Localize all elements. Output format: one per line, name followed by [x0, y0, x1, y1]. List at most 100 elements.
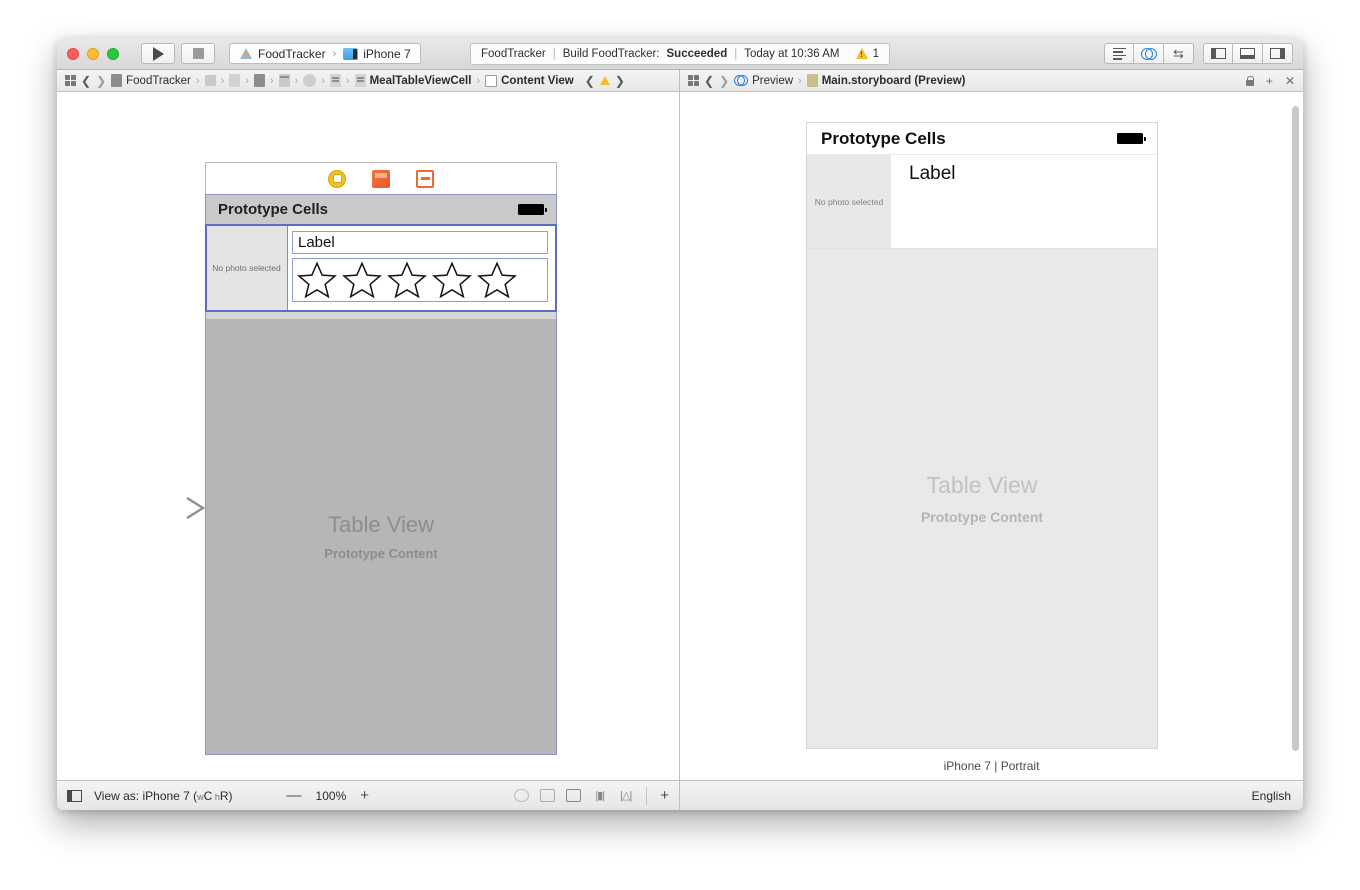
table-view[interactable]: Table View Prototype Content	[206, 311, 556, 754]
breadcrumb-separator: ›	[269, 74, 274, 87]
warning-count-label: 1	[872, 47, 879, 60]
file-icon[interactable]	[229, 74, 241, 87]
zoom-window-button[interactable]	[107, 47, 119, 60]
table-view-title: Table View	[328, 512, 434, 537]
zoom-in-button[interactable]: +	[360, 787, 369, 804]
height-trait-value: R	[219, 788, 229, 803]
preview-name-label: Label	[909, 163, 956, 184]
previous-issue-button[interactable]: ❮	[585, 74, 595, 88]
status-time-label: Today at 10:36 AM	[744, 47, 840, 60]
preview-table-view-subtitle: Prototype Content	[920, 509, 1044, 525]
height-trait: hR	[212, 788, 229, 803]
version-editor-button[interactable]: ⇆	[1164, 43, 1194, 64]
prototype-cell[interactable]: No photo selected Label	[205, 224, 557, 312]
breadcrumb-separator: ›	[798, 74, 802, 87]
align-icon[interactable]	[566, 789, 582, 802]
circle-icon[interactable]	[303, 74, 317, 87]
status-divider-2: |	[734, 47, 738, 60]
activity-status-bar[interactable]: FoodTracker | Build FoodTracker: Succeed…	[470, 42, 890, 65]
bottom-panel-icon	[1240, 48, 1255, 59]
breadcrumb-separator: ›	[476, 74, 481, 87]
rating-control[interactable]	[292, 258, 548, 302]
first-responder-icon[interactable]	[372, 169, 390, 188]
breadcrumb-project[interactable]: FoodTracker	[111, 74, 191, 87]
battery-icon	[1117, 133, 1146, 144]
cell-icon	[354, 74, 366, 87]
next-issue-button[interactable]: ❯	[615, 74, 625, 88]
back-button[interactable]: ❮	[704, 74, 714, 88]
close-editor-button[interactable]: ✕	[1285, 74, 1295, 88]
photo-image-view[interactable]: No photo selected	[206, 225, 288, 311]
warning-icon	[855, 48, 868, 59]
star-outline-icon[interactable]	[386, 260, 428, 300]
name-label-text: Label	[298, 234, 335, 251]
add-button[interactable]: +	[660, 787, 669, 804]
star-outline-icon[interactable]	[341, 260, 383, 300]
star-outline-icon[interactable]	[476, 260, 518, 300]
breadcrumb-cell[interactable]: MealTableViewCell	[354, 74, 471, 87]
exit-icon[interactable]	[416, 169, 434, 188]
stop-button[interactable]	[181, 43, 215, 64]
entry-point-arrow-icon	[119, 496, 206, 520]
table-view-subtitle: Prototype Content	[324, 546, 438, 561]
simulated-status-bar: Prototype Cells	[206, 195, 556, 225]
view-controller-icon[interactable]	[328, 169, 346, 188]
view-controller-scene[interactable]: Prototype Cells No photo selected Label	[205, 162, 557, 755]
breadcrumb-content-view[interactable]: Content View	[485, 74, 574, 87]
file-dark-icon[interactable]	[253, 74, 265, 87]
related-items-icon[interactable]	[65, 75, 76, 86]
forward-button[interactable]: ❯	[719, 74, 729, 88]
name-label[interactable]: Label	[292, 231, 548, 254]
close-window-button[interactable]	[67, 47, 79, 60]
run-button[interactable]	[141, 43, 175, 64]
debug-area-toggle-button[interactable]	[1233, 43, 1263, 64]
list-icon[interactable]	[329, 74, 341, 87]
related-items-icon[interactable]	[688, 75, 699, 86]
star-outline-icon[interactable]	[296, 260, 338, 300]
embed-in-icon[interactable]	[540, 789, 556, 802]
right-panel-icon	[1270, 48, 1285, 59]
editor-mode-group: ⇆	[1104, 43, 1194, 64]
minimize-window-button[interactable]	[87, 47, 99, 60]
update-frames-icon[interactable]	[514, 789, 530, 802]
breadcrumb-project-label: FoodTracker	[126, 74, 191, 87]
window-icon[interactable]	[278, 74, 290, 87]
preview-pane[interactable]: Prototype Cells No photo selected Label …	[680, 92, 1303, 780]
preview-device: Prototype Cells No photo selected Label …	[806, 122, 1158, 749]
venn-circles-icon	[1140, 47, 1157, 60]
navigator-toggle-button[interactable]	[1203, 43, 1233, 64]
zoom-controls: — 100% +	[287, 787, 369, 804]
assistant-editor-button[interactable]	[1134, 43, 1164, 64]
project-icon	[111, 74, 123, 87]
scheme-selector[interactable]: FoodTracker › iPhone 7	[229, 43, 421, 64]
standard-editor-button[interactable]	[1104, 43, 1134, 64]
warning-icon[interactable]	[599, 76, 610, 85]
jump-bar-right: ❮ ❯ Preview › Main.storyboard (Preview) …	[680, 70, 1303, 91]
pin-icon[interactable]: |▮|	[592, 789, 607, 802]
breadcrumb-separator: ›	[245, 74, 249, 87]
preview-scrollbar[interactable]	[1292, 106, 1299, 751]
language-label[interactable]: English	[1252, 789, 1291, 803]
jump-bar-right-tools: + ✕	[1245, 74, 1295, 88]
photo-placeholder-label: No photo selected	[212, 263, 281, 273]
add-editor-button[interactable]: +	[1266, 74, 1273, 88]
breadcrumb-preview[interactable]: Preview	[734, 75, 793, 87]
forward-button[interactable]: ❯	[96, 74, 106, 88]
back-button[interactable]: ❮	[81, 74, 91, 88]
document-outline-toggle-icon[interactable]	[67, 789, 82, 802]
scene-body: Prototype Cells No photo selected Label	[205, 194, 557, 755]
breadcrumb-separator: ›	[294, 74, 299, 87]
jump-bar-left: ❮ ❯ FoodTracker › › › › › › › MealTableV…	[57, 70, 680, 91]
view-as-label[interactable]: View as: iPhone 7 (wC hR)	[94, 789, 233, 803]
toolbar-right-controls: ⇆	[1104, 43, 1293, 64]
status-warning-group[interactable]: 1	[855, 47, 879, 60]
resolve-issues-icon[interactable]: |△|	[618, 789, 633, 802]
toolbar: FoodTracker › iPhone 7 FoodTracker | Bui…	[57, 38, 1303, 70]
zoom-out-button[interactable]: —	[287, 787, 302, 804]
utilities-toggle-button[interactable]	[1263, 43, 1293, 64]
storyboard-canvas[interactable]: Prototype Cells No photo selected Label	[57, 92, 680, 780]
star-outline-icon[interactable]	[431, 260, 473, 300]
folder-icon[interactable]	[204, 75, 216, 86]
breadcrumb-storyboard[interactable]: Main.storyboard (Preview)	[806, 74, 966, 87]
lock-icon[interactable]	[1245, 75, 1255, 86]
